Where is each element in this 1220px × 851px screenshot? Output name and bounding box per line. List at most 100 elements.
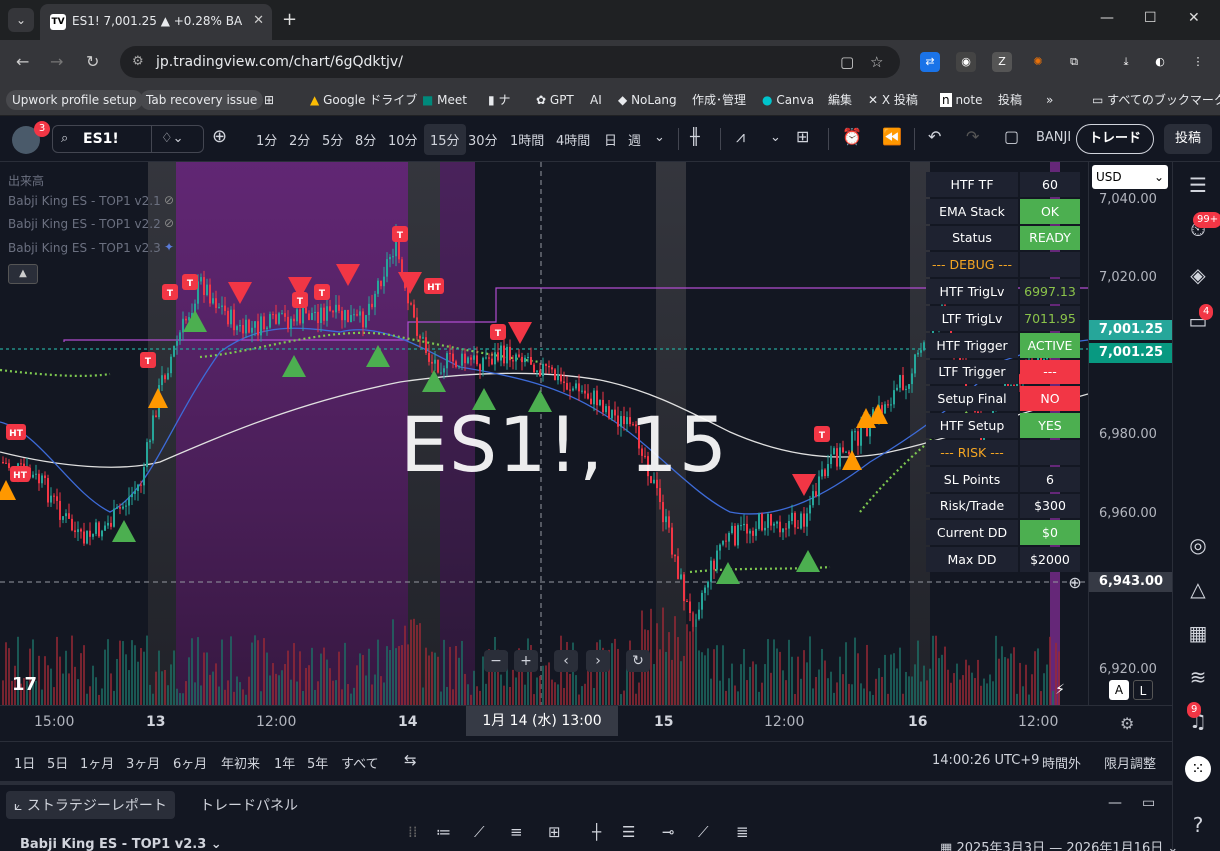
tab-trade-panel[interactable]: トレードパネル — [200, 795, 298, 815]
interval-5m[interactable]: 5分 — [322, 130, 343, 149]
interval-8m[interactable]: 8分 — [355, 130, 376, 149]
interval-day[interactable]: 日 — [604, 130, 617, 149]
calendar-icon[interactable]: ▦ — [1185, 620, 1211, 646]
interval-30m[interactable]: 30分 — [468, 130, 498, 149]
watchlist-icon[interactable]: ☰ — [1185, 172, 1211, 198]
broadcast-icon[interactable]: ≋ — [1185, 664, 1211, 690]
hidden-eye-icon[interactable]: ⊘ — [164, 216, 174, 230]
interval-4h[interactable]: 4時間 — [556, 130, 590, 149]
alert-clock-icon[interactable]: ⏰ — [842, 127, 862, 146]
reset-chart-button[interactable]: ↻ — [626, 650, 650, 672]
interval-10m[interactable]: 10分 — [388, 130, 418, 149]
maximize-panel-icon[interactable]: ▭ — [1142, 795, 1155, 811]
tab-strategy-report[interactable]: ⟀ ストラテジーレポート — [6, 791, 175, 819]
profile-icon[interactable]: ◐ — [1150, 52, 1170, 72]
gem-icon[interactable]: ♢⌄ — [161, 131, 184, 146]
bookmark-tab-recovery[interactable]: Tab recovery issue — [140, 90, 264, 110]
currency-select[interactable]: USD ⌄ — [1092, 165, 1168, 189]
range-1m[interactable]: 1ヶ月 — [80, 753, 114, 772]
range-1d[interactable]: 1日 — [14, 753, 35, 772]
minimize-icon[interactable]: — — [1100, 10, 1114, 26]
clipboard-icon[interactable]: ▢ — [840, 53, 854, 71]
range-1y[interactable]: 1年 — [274, 753, 295, 772]
strategy-date-range[interactable]: ▦ 2025年3月3日 — 2026年1月16日 ⌄ — [940, 837, 1178, 851]
contract-adjust[interactable]: 限月調整 — [1104, 753, 1156, 772]
lightning-icon[interactable]: ⚡ — [1050, 680, 1070, 700]
minimize-panel-icon[interactable]: — — [1108, 795, 1122, 811]
legend-indicator-v23[interactable]: Babji King ES - TOP1 v2.3 — [8, 241, 161, 255]
back-icon[interactable]: ← — [16, 52, 29, 71]
range-ytd[interactable]: 年初来 — [221, 753, 260, 772]
tool-icon-8[interactable]: ⟋ — [698, 823, 709, 841]
browser-menu-icon[interactable]: ⋮ — [1188, 52, 1208, 72]
legend-indicator-v21[interactable]: Babji King ES - TOP1 v2.1 — [8, 194, 161, 208]
bookmark-toukou[interactable]: 投稿 — [998, 90, 1022, 110]
download-icon[interactable]: ⤓ — [1116, 52, 1136, 72]
layers-icon[interactable]: ◈ — [1185, 262, 1211, 288]
tool-icon-5[interactable]: ┼ — [592, 823, 601, 841]
redo-icon[interactable]: ↷ — [966, 127, 979, 146]
tradingview-logo[interactable]: 17 — [12, 674, 37, 695]
goto-date-icon[interactable]: ⇆ — [404, 751, 417, 769]
all-bookmarks[interactable]: ▭ すべてのブックマーク — [1092, 90, 1220, 110]
tool-icon-6[interactable]: ☰ — [622, 823, 635, 841]
tool-icon-7[interactable]: ⊸ — [662, 823, 675, 841]
more-bookmarks-icon[interactable]: » — [1046, 90, 1053, 110]
tool-icon-1[interactable]: ≔ — [436, 823, 451, 841]
target-icon[interactable]: ◎ — [1185, 532, 1211, 558]
apps-grid-icon[interactable]: ⊞ — [264, 90, 274, 110]
chevron-down-icon[interactable]: ⌄ — [654, 130, 665, 145]
range-6m[interactable]: 6ヶ月 — [173, 753, 207, 772]
zoom-in-button[interactable]: + — [514, 650, 538, 672]
bookmark-note[interactable]: n note — [940, 90, 982, 110]
tool-icon-2[interactable]: ⟋ — [474, 823, 485, 841]
auto-scale-button[interactable]: A — [1109, 680, 1129, 700]
extension-icon-4[interactable]: ✺ — [1028, 52, 1048, 72]
undo-icon[interactable]: ↶ — [928, 127, 941, 146]
bookmark-meet[interactable]: ■ Meet — [422, 90, 467, 110]
browser-tab-active[interactable]: TV ES1! 7,001.25 ▲ +0.28% BANJI ✕ — [40, 4, 272, 40]
bookmark-star-icon[interactable]: ☆ — [870, 53, 883, 71]
tab-close-icon[interactable]: ✕ — [253, 13, 264, 28]
scroll-right-button[interactable]: › — [586, 650, 610, 672]
scroll-left-button[interactable]: ‹ — [554, 650, 578, 672]
reload-icon[interactable]: ↻ — [86, 52, 99, 71]
hidden-eye-icon[interactable]: ⊘ — [164, 193, 174, 207]
legend-volume[interactable]: 出来高 — [8, 172, 44, 189]
range-all[interactable]: すべて — [341, 753, 379, 772]
session-label[interactable]: 時間外 — [1042, 753, 1081, 772]
clock-display[interactable]: 14:00:26 UTC+9 — [932, 753, 1039, 768]
bookmark-x[interactable]: ✕ X 投稿 — [868, 90, 918, 110]
crosshair-plus-icon[interactable]: ⊕ — [1062, 570, 1088, 596]
forward-icon[interactable]: → — [50, 52, 63, 71]
chart-area[interactable]: TTTTTTTTHTHTHTHT ES1!, 15 出来高 Babji King… — [0, 162, 1088, 705]
legend-collapse-button[interactable]: ▲ — [8, 264, 38, 284]
site-info-icon[interactable]: ⚙ — [132, 54, 144, 69]
layout-box-icon[interactable]: ▢ — [1004, 127, 1019, 146]
interval-2m[interactable]: 2分 — [289, 130, 310, 149]
post-button[interactable]: 投稿 — [1164, 124, 1212, 154]
extension-icon-1[interactable]: ⇄ — [920, 52, 940, 72]
help-icon[interactable]: ? — [1185, 812, 1211, 838]
interval-week[interactable]: 週 — [628, 130, 641, 149]
bookmark-google-drive[interactable]: ▲ Google ドライブ — [310, 90, 417, 110]
log-scale-button[interactable]: L — [1133, 680, 1153, 700]
time-axis[interactable]: 15:00 13 12:00 14 1月 14 (水) 13:00 15 12:… — [0, 705, 1172, 741]
maximize-icon[interactable]: ☐ — [1144, 10, 1157, 26]
bookmark-nolang[interactable]: ◆ NoLang — [618, 90, 677, 110]
range-3m[interactable]: 3ヶ月 — [126, 753, 160, 772]
bookmark-ai[interactable]: AI — [590, 90, 602, 110]
chevron-down-icon[interactable]: ⌄ — [770, 130, 781, 145]
bookmark-henshu[interactable]: 編集 — [828, 90, 852, 110]
interval-1m[interactable]: 1分 — [256, 130, 277, 149]
legend-indicator-v22[interactable]: Babji King ES - TOP1 v2.2 — [8, 217, 161, 231]
drag-handle-icon[interactable]: ⁞⁞ — [408, 823, 418, 841]
extension-icon-2[interactable]: ◉ — [956, 52, 976, 72]
bookmark-sakusei[interactable]: 作成･管理 — [692, 90, 746, 110]
candle-type-icon[interactable]: ╫ — [690, 127, 700, 146]
range-5d[interactable]: 5日 — [47, 753, 68, 772]
settings-gear-icon[interactable]: ⚙ — [1120, 714, 1134, 733]
interval-1h[interactable]: 1時間 — [510, 130, 544, 149]
tool-icon-9[interactable]: ≣ — [736, 823, 749, 841]
symbol-search[interactable]: ⌕ ES1! ♢⌄ — [52, 125, 204, 153]
